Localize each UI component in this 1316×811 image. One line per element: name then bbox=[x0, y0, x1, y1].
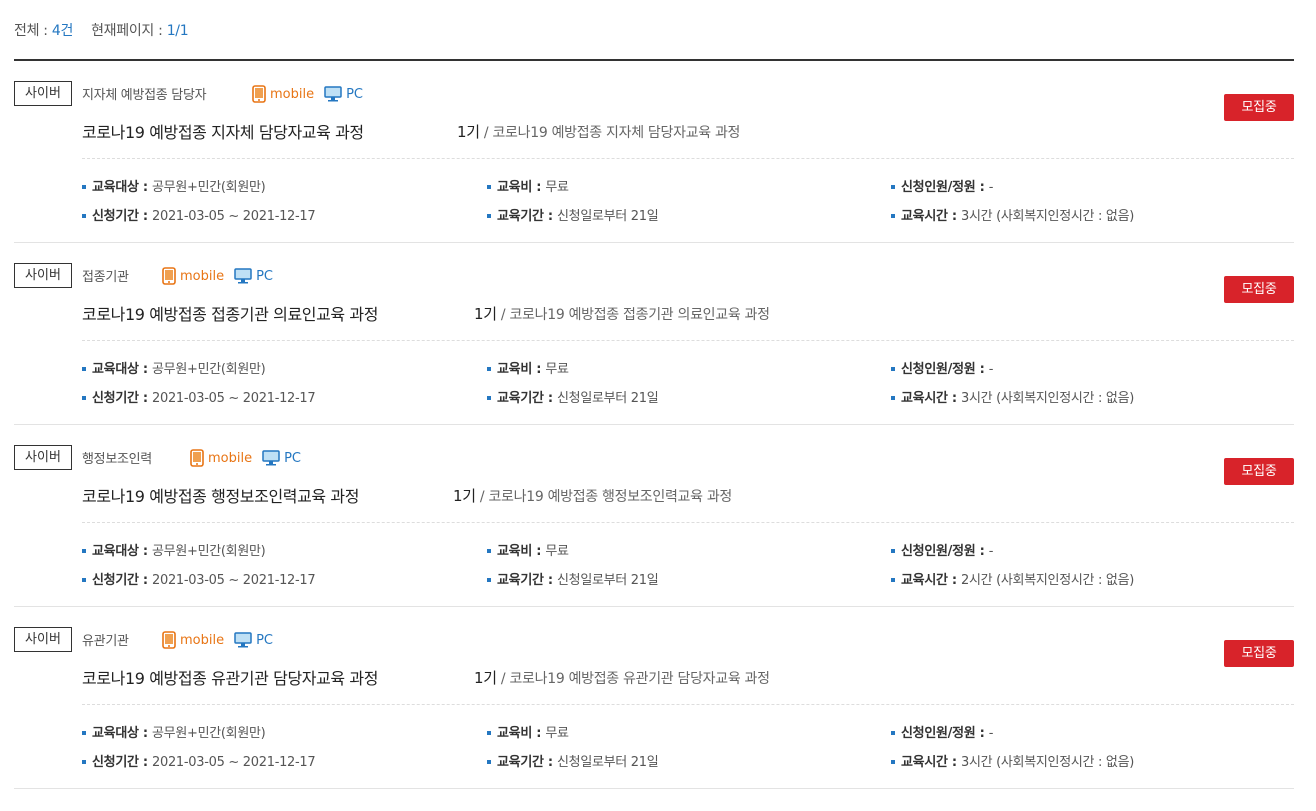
recruiting-status-button[interactable]: 모집중 bbox=[1224, 458, 1294, 485]
info-capacity: 신청인원/정원 : - bbox=[891, 722, 994, 741]
device-support: mobile PC bbox=[162, 631, 273, 649]
term-number: 1기 bbox=[474, 669, 497, 687]
pc-label: PC bbox=[256, 268, 274, 284]
term-number: 1기 bbox=[474, 305, 497, 323]
mobile-label: mobile bbox=[180, 268, 225, 284]
course-target-org: 유관기관 bbox=[82, 634, 129, 649]
info-edu-period: 교육기간 : 신청일로부터 21일 bbox=[487, 751, 659, 770]
info-edu-period: 교육기간 : 신청일로부터 21일 bbox=[487, 569, 659, 588]
page-label: 현재페이지 : bbox=[91, 23, 167, 39]
pc-label: PC bbox=[256, 632, 274, 648]
course-target-org: 접종기관 bbox=[82, 270, 129, 285]
course-target-org: 행정보조인력 bbox=[82, 452, 152, 467]
course-list-page: 전체 : 4건 현재페이지 : 1/1 사이버 지자체 예방접종 담당자 mobi… bbox=[0, 0, 1316, 811]
monitor-icon bbox=[234, 632, 252, 648]
page-indicator: 1/1 bbox=[166, 23, 189, 39]
dashed-divider bbox=[82, 704, 1294, 705]
recruiting-status-button[interactable]: 모집중 bbox=[1224, 276, 1294, 303]
pc-support: PC bbox=[262, 450, 301, 466]
dashed-divider bbox=[82, 522, 1294, 523]
monitor-icon bbox=[234, 268, 252, 284]
mobile-support: mobile bbox=[252, 85, 314, 103]
dashed-divider bbox=[82, 158, 1294, 159]
pc-support: PC bbox=[324, 86, 363, 102]
info-apply-period: 신청기간 : 2021-03-05 ~ 2021-12-17 bbox=[82, 205, 316, 224]
course-type-badge: 사이버 bbox=[14, 445, 72, 470]
course-item: 사이버 지자체 예방접종 담당자 mobile PC 모집중 코로나19 예방접… bbox=[14, 61, 1294, 243]
info-target: 교육대상 : 공무원+민간(회원만) bbox=[82, 540, 266, 559]
mobile-support: mobile bbox=[190, 449, 252, 467]
info-apply-period: 신청기간 : 2021-03-05 ~ 2021-12-17 bbox=[82, 751, 316, 770]
total-label: 전체 : bbox=[14, 23, 52, 39]
info-edu-time: 교육시간 : 2시간 (사회복지인정시간 : 없음) bbox=[891, 569, 1134, 588]
dashed-divider bbox=[82, 340, 1294, 341]
info-apply-period: 신청기간 : 2021-03-05 ~ 2021-12-17 bbox=[82, 569, 316, 588]
device-support: mobile PC bbox=[162, 267, 273, 285]
device-support: mobile PC bbox=[190, 449, 301, 467]
info-fee: 교육비 : 무료 bbox=[487, 176, 569, 195]
info-edu-period: 교육기간 : 신청일로부터 21일 bbox=[487, 387, 659, 406]
info-edu-time: 교육시간 : 3시간 (사회복지인정시간 : 없음) bbox=[891, 205, 1134, 224]
mobile-label: mobile bbox=[270, 86, 315, 102]
course-title-link[interactable]: 코로나19 예방접종 지자체 담당자교육 과정 bbox=[82, 119, 364, 143]
mobile-icon bbox=[190, 449, 204, 467]
info-target: 교육대상 : 공무원+민간(회원만) bbox=[82, 722, 266, 741]
device-support: mobile PC bbox=[252, 85, 363, 103]
info-capacity: 신청인원/정원 : - bbox=[891, 540, 994, 559]
mobile-support: mobile bbox=[162, 267, 224, 285]
info-edu-time: 교육시간 : 3시간 (사회복지인정시간 : 없음) bbox=[891, 751, 1134, 770]
mobile-icon bbox=[162, 267, 176, 285]
monitor-icon bbox=[324, 86, 342, 102]
course-target-org: 지자체 예방접종 담당자 bbox=[82, 88, 207, 103]
term-description: / 코로나19 예방접종 지자체 담당자교육 과정 bbox=[479, 125, 741, 141]
course-item: 사이버 행정보조인력 mobile PC 모집중 코로나19 예방접종 행정보조… bbox=[14, 425, 1294, 607]
course-type-badge: 사이버 bbox=[14, 627, 72, 652]
info-fee: 교육비 : 무료 bbox=[487, 540, 569, 559]
info-fee: 교육비 : 무료 bbox=[487, 722, 569, 741]
pc-label: PC bbox=[346, 86, 364, 102]
term-number: 1기 bbox=[457, 123, 480, 141]
term-description: / 코로나19 예방접종 유관기관 담당자교육 과정 bbox=[496, 671, 770, 687]
pc-support: PC bbox=[234, 632, 273, 648]
term-number: 1기 bbox=[453, 487, 476, 505]
term-description: / 코로나19 예방접종 행정보조인력교육 과정 bbox=[475, 489, 732, 505]
course-term: 1기 / 코로나19 예방접종 유관기관 담당자교육 과정 bbox=[474, 667, 770, 688]
info-target: 교육대상 : 공무원+민간(회원만) bbox=[82, 176, 266, 195]
info-apply-period: 신청기간 : 2021-03-05 ~ 2021-12-17 bbox=[82, 387, 316, 406]
course-item: 사이버 유관기관 mobile PC 모집중 코로나19 예방접종 유관기관 담… bbox=[14, 607, 1294, 789]
course-type-badge: 사이버 bbox=[14, 263, 72, 288]
mobile-icon bbox=[252, 85, 266, 103]
monitor-icon bbox=[262, 450, 280, 466]
mobile-label: mobile bbox=[180, 632, 225, 648]
info-capacity: 신청인원/정원 : - bbox=[891, 176, 994, 195]
course-title-link[interactable]: 코로나19 예방접종 유관기관 담당자교육 과정 bbox=[82, 665, 378, 689]
course-term: 1기 / 코로나19 예방접종 접종기관 의료인교육 과정 bbox=[474, 303, 770, 324]
recruiting-status-button[interactable]: 모집중 bbox=[1224, 640, 1294, 667]
info-fee: 교육비 : 무료 bbox=[487, 358, 569, 377]
total-count: 4건 bbox=[51, 23, 74, 39]
pc-support: PC bbox=[234, 268, 273, 284]
info-capacity: 신청인원/정원 : - bbox=[891, 358, 994, 377]
info-edu-time: 교육시간 : 3시간 (사회복지인정시간 : 없음) bbox=[891, 387, 1134, 406]
mobile-support: mobile bbox=[162, 631, 224, 649]
term-description: / 코로나19 예방접종 접종기관 의료인교육 과정 bbox=[496, 307, 770, 323]
course-title-link[interactable]: 코로나19 예방접종 접종기관 의료인교육 과정 bbox=[82, 301, 378, 325]
recruiting-status-button[interactable]: 모집중 bbox=[1224, 94, 1294, 121]
course-title-link[interactable]: 코로나19 예방접종 행정보조인력교육 과정 bbox=[82, 483, 359, 507]
course-item: 사이버 접종기관 mobile PC 모집중 코로나19 예방접종 접종기관 의… bbox=[14, 243, 1294, 425]
mobile-label: mobile bbox=[208, 450, 253, 466]
list-summary: 전체 : 4건 현재페이지 : 1/1 bbox=[14, 20, 189, 40]
mobile-icon bbox=[162, 631, 176, 649]
course-term: 1기 / 코로나19 예방접종 지자체 담당자교육 과정 bbox=[457, 121, 740, 142]
course-type-badge: 사이버 bbox=[14, 81, 72, 106]
course-term: 1기 / 코로나19 예방접종 행정보조인력교육 과정 bbox=[453, 485, 732, 506]
pc-label: PC bbox=[284, 450, 302, 466]
info-target: 교육대상 : 공무원+민간(회원만) bbox=[82, 358, 266, 377]
info-edu-period: 교육기간 : 신청일로부터 21일 bbox=[487, 205, 659, 224]
